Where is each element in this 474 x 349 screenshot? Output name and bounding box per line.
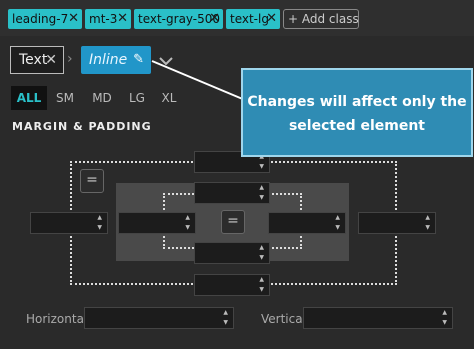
stepper-arrows-icon[interactable]: ▲▼ xyxy=(425,213,430,233)
class-tag-label: mt-3 xyxy=(89,12,118,26)
class-tag-label: text-lg xyxy=(230,12,269,26)
breakpoint-tab-all[interactable]: ALL xyxy=(11,86,47,110)
stepper-arrows-icon[interactable]: ▲▼ xyxy=(442,308,447,328)
padding-link-button[interactable]: = xyxy=(221,210,245,234)
class-tag-label: text-gray-500 xyxy=(138,12,221,26)
stepper-arrows-icon[interactable]: ▲▼ xyxy=(259,243,264,263)
element-selector-label: Text xyxy=(19,52,48,68)
margin-link-button[interactable]: = xyxy=(80,169,104,193)
breakpoint-tab-sm[interactable]: SM xyxy=(48,86,82,110)
breakpoint-tab-xl[interactable]: XL xyxy=(154,86,184,110)
breakpoint-tab-md[interactable]: MD xyxy=(84,86,120,110)
tooltip-callout: Changes will affect only the selected el… xyxy=(241,68,473,157)
vertical-label: Vertical xyxy=(261,312,306,326)
stepper-arrows-icon[interactable]: ▲▼ xyxy=(97,213,102,233)
pencil-icon[interactable]: ✎ xyxy=(133,46,144,74)
state-selector-label: Inline xyxy=(89,52,128,68)
add-class-button[interactable]: + Add class xyxy=(283,9,359,29)
class-tag-label: leading-7 xyxy=(12,12,69,26)
close-icon[interactable]: ✕ xyxy=(117,9,128,29)
expand-button[interactable] xyxy=(155,50,177,72)
padding-top-stepper[interactable]: ▲ ▼ xyxy=(194,182,270,204)
padding-bottom-stepper[interactable]: ▲ ▼ xyxy=(194,242,270,264)
class-tag-mt-3[interactable]: mt-3 ✕ xyxy=(85,9,131,29)
stepper-arrows-icon[interactable]: ▲▼ xyxy=(335,213,340,233)
horizontal-label: Horizontal xyxy=(26,312,88,326)
element-selector-chip[interactable]: Text ✕ xyxy=(10,46,64,74)
horizontal-stepper[interactable]: ▲ ▼ xyxy=(84,307,234,329)
class-tag-text-gray-500[interactable]: text-gray-500 ✕ xyxy=(134,9,223,29)
stepper-arrows-icon[interactable]: ▲▼ xyxy=(259,275,264,295)
class-tag-leading-7[interactable]: leading-7 ✕ xyxy=(8,9,82,29)
margin-left-stepper[interactable]: ▲ ▼ xyxy=(30,212,108,234)
vertical-stepper[interactable]: ▲ ▼ xyxy=(303,307,453,329)
section-title: MARGIN & PADDING xyxy=(12,120,152,133)
stepper-arrows-icon[interactable]: ▲▼ xyxy=(223,308,228,328)
margin-bottom-stepper[interactable]: ▲ ▼ xyxy=(194,274,270,296)
padding-right-stepper[interactable]: ▲ ▼ xyxy=(268,212,346,234)
stepper-arrows-icon[interactable]: ▲▼ xyxy=(259,183,264,203)
class-tag-bar: leading-7 ✕ mt-3 ✕ text-gray-500 ✕ text-… xyxy=(0,0,474,36)
state-selector-chip[interactable]: Inline ✎ xyxy=(81,46,151,74)
stepper-arrows-icon[interactable]: ▲▼ xyxy=(185,213,190,233)
class-tag-text-lg[interactable]: text-lg ✕ xyxy=(226,9,280,29)
margin-right-stepper[interactable]: ▲ ▼ xyxy=(358,212,436,234)
padding-left-stepper[interactable]: ▲ ▼ xyxy=(118,212,196,234)
equals-icon: = xyxy=(227,213,239,229)
breakpoint-tab-lg[interactable]: LG xyxy=(122,86,152,110)
close-icon[interactable]: ✕ xyxy=(68,9,79,29)
close-icon[interactable]: ✕ xyxy=(45,47,57,73)
chevron-down-icon xyxy=(159,57,173,66)
chevron-right-icon: › xyxy=(67,51,73,67)
close-icon[interactable]: ✕ xyxy=(209,9,220,29)
close-icon[interactable]: ✕ xyxy=(266,9,277,29)
equals-icon: = xyxy=(86,172,98,188)
